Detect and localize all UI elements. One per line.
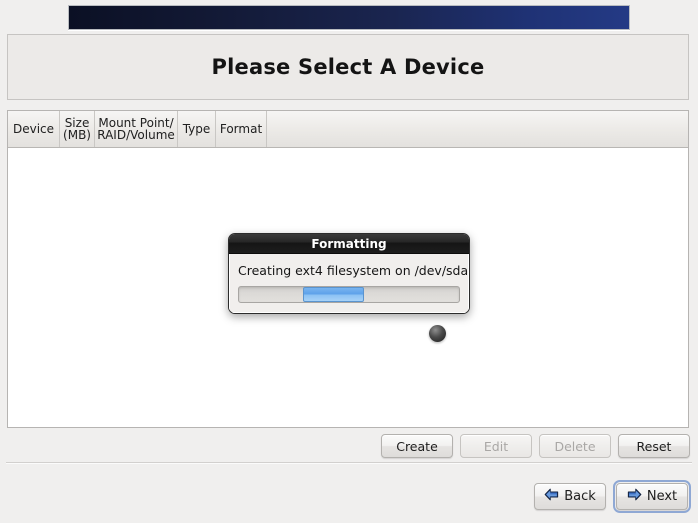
dialog-titlebar: Formatting [229, 234, 469, 254]
column-header-device[interactable]: Device [8, 111, 60, 147]
dialog-message: Creating ext4 filesystem on /dev/sda3 [238, 263, 470, 278]
arrow-left-icon [544, 488, 559, 505]
dialog-title: Formatting [311, 236, 387, 251]
table-header-row: Device Size (MB) Mount Point/ RAID/Volum… [8, 111, 688, 148]
dialog-body: Creating ext4 filesystem on /dev/sda3 [229, 254, 469, 313]
column-header-type[interactable]: Type [178, 111, 216, 147]
back-button-label: Back [564, 488, 596, 504]
column-header-size[interactable]: Size (MB) [60, 111, 95, 147]
title-panel: Please Select A Device [7, 34, 689, 100]
next-button-label: Next [646, 488, 678, 504]
action-button-row: Create Edit Delete Reset [0, 432, 698, 460]
formatting-dialog: Formatting Creating ext4 filesystem on /… [228, 233, 470, 314]
column-header-format[interactable]: Format [216, 111, 267, 147]
column-header-filler [267, 111, 688, 147]
installer-banner [68, 5, 630, 30]
page-title: Please Select A Device [211, 55, 485, 79]
back-button[interactable]: Back [534, 482, 606, 510]
column-header-mount-point[interactable]: Mount Point/ RAID/Volume [95, 111, 178, 147]
delete-button: Delete [539, 434, 611, 458]
next-button[interactable]: Next [613, 479, 691, 513]
progress-bar-pulse [302, 287, 365, 302]
edit-button: Edit [460, 434, 532, 458]
banner-area [0, 0, 698, 32]
busy-cursor [429, 325, 446, 342]
create-button[interactable]: Create [381, 434, 453, 458]
arrow-right-icon [627, 488, 642, 505]
reset-button[interactable]: Reset [618, 434, 690, 458]
navigation-button-row: Back Next [0, 478, 698, 514]
progress-bar [238, 286, 460, 303]
footer-separator [6, 462, 692, 464]
